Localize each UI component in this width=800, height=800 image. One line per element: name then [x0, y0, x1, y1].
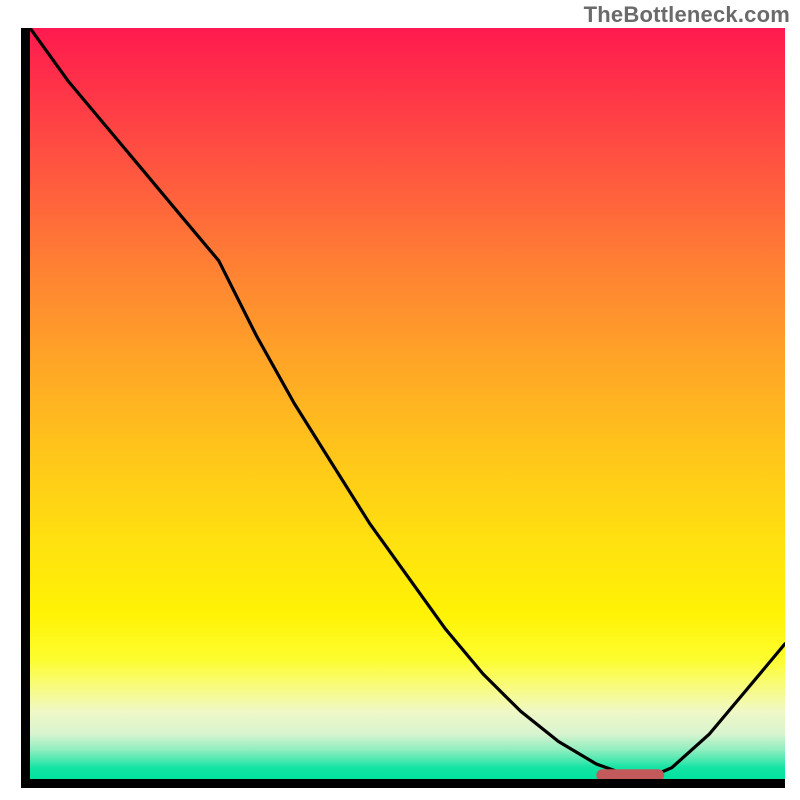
chart-container: TheBottleneck.com	[0, 0, 800, 800]
watermark-text: TheBottleneck.com	[584, 2, 790, 28]
plot-area	[21, 28, 785, 788]
gradient-background	[30, 28, 785, 779]
